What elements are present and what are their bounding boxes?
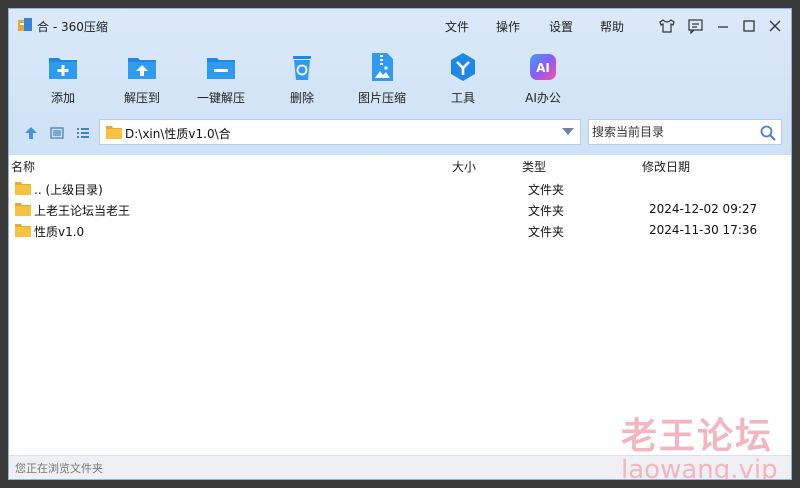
app-window: 合 - 360压缩 文件 操作 设置 帮助 添加 解压到 一键解压 删除 图片压… — [8, 8, 792, 480]
file-name: 性质v1.0 — [34, 225, 85, 239]
up-arrow-icon[interactable] — [23, 125, 39, 141]
image-compress-button[interactable]: 图片压缩 — [352, 51, 412, 109]
file-type: 文件夹 — [528, 204, 565, 218]
extract-to-button[interactable]: 解压到 — [112, 51, 172, 109]
address-bar[interactable]: D:\xin\性质v1.0\合 — [99, 119, 581, 145]
menu-operation[interactable]: 操作 — [496, 18, 520, 35]
add-folder-icon — [49, 58, 77, 79]
extract-to-label: 解压到 — [123, 91, 160, 105]
column-header-date[interactable]: 修改日期 — [642, 158, 690, 176]
ai-office-label: AI办公 — [525, 91, 561, 105]
folder-icon — [15, 203, 31, 216]
chevron-down-icon[interactable] — [562, 128, 574, 135]
file-date: 2024-12-02 09:27 — [649, 202, 758, 216]
list-item[interactable]: 性质v1.0 文件夹 2024-11-30 17:36 — [9, 220, 791, 241]
extract-folder-icon — [128, 58, 156, 79]
quick-extract-button[interactable]: 一键解压 — [191, 51, 251, 109]
file-date: 2024-11-30 17:36 — [649, 223, 758, 237]
app-logo-icon — [18, 18, 32, 31]
tools-button[interactable]: 工具 — [433, 51, 493, 109]
ai-office-icon: AI — [530, 54, 556, 80]
window-title: 合 - 360压缩 — [37, 20, 108, 34]
quick-extract-icon — [207, 58, 235, 79]
thumbnail-view-icon[interactable] — [49, 125, 65, 141]
search-icon[interactable] — [759, 124, 777, 142]
image-compress-label: 图片压缩 — [357, 91, 406, 105]
file-name: 上老王论坛当老王 — [34, 204, 131, 218]
feedback-icon[interactable] — [685, 16, 705, 36]
maximize-icon[interactable] — [739, 16, 759, 36]
menu-help[interactable]: 帮助 — [600, 18, 624, 35]
file-type: 文件夹 — [528, 225, 565, 239]
column-header-size[interactable]: 大小 — [452, 158, 476, 176]
watermark-url: laowang.vip — [621, 455, 778, 480]
tools-icon — [451, 53, 475, 81]
title-bar: 合 - 360压缩 文件 操作 设置 帮助 — [9, 9, 791, 43]
watermark-title: 老王论坛 — [621, 416, 774, 457]
shirt-icon[interactable] — [657, 16, 677, 36]
file-name: .. (上级目录) — [34, 183, 103, 197]
search-input[interactable] — [589, 120, 752, 144]
tools-label: 工具 — [450, 91, 475, 105]
folder-icon — [15, 224, 31, 237]
menu-settings[interactable]: 设置 — [549, 18, 573, 35]
address-path: D:\xin\性质v1.0\合 — [125, 127, 231, 141]
close-icon[interactable] — [765, 16, 785, 36]
delete-label: 删除 — [289, 91, 314, 105]
add-button[interactable]: 添加 — [33, 51, 93, 109]
search-box[interactable] — [588, 119, 782, 145]
add-label: 添加 — [50, 91, 75, 105]
image-compress-icon — [372, 53, 393, 81]
header-area: 合 - 360压缩 文件 操作 设置 帮助 添加 解压到 一键解压 删除 图片压… — [9, 9, 791, 155]
file-type: 文件夹 — [528, 183, 565, 197]
menu-file[interactable]: 文件 — [445, 18, 469, 35]
column-header-type[interactable]: 类型 — [522, 158, 546, 176]
minimize-icon[interactable] — [713, 16, 733, 36]
svg-text:AI: AI — [536, 61, 550, 75]
folder-icon — [15, 182, 31, 195]
delete-button[interactable]: 删除 — [272, 51, 332, 109]
status-text: 您正在浏览文件夹 — [15, 462, 103, 475]
list-item[interactable]: .. (上级目录) 文件夹 — [9, 178, 791, 199]
list-view-icon[interactable] — [75, 125, 91, 141]
folder-icon — [106, 126, 122, 139]
recycle-bin-icon — [293, 56, 311, 80]
list-item[interactable]: 上老王论坛当老王 文件夹 2024-12-02 09:27 — [9, 199, 791, 220]
column-header-name[interactable]: 名称 — [11, 158, 35, 176]
ai-office-button[interactable]: AI AI办公 — [513, 51, 573, 109]
quick-extract-label: 一键解压 — [196, 91, 245, 105]
